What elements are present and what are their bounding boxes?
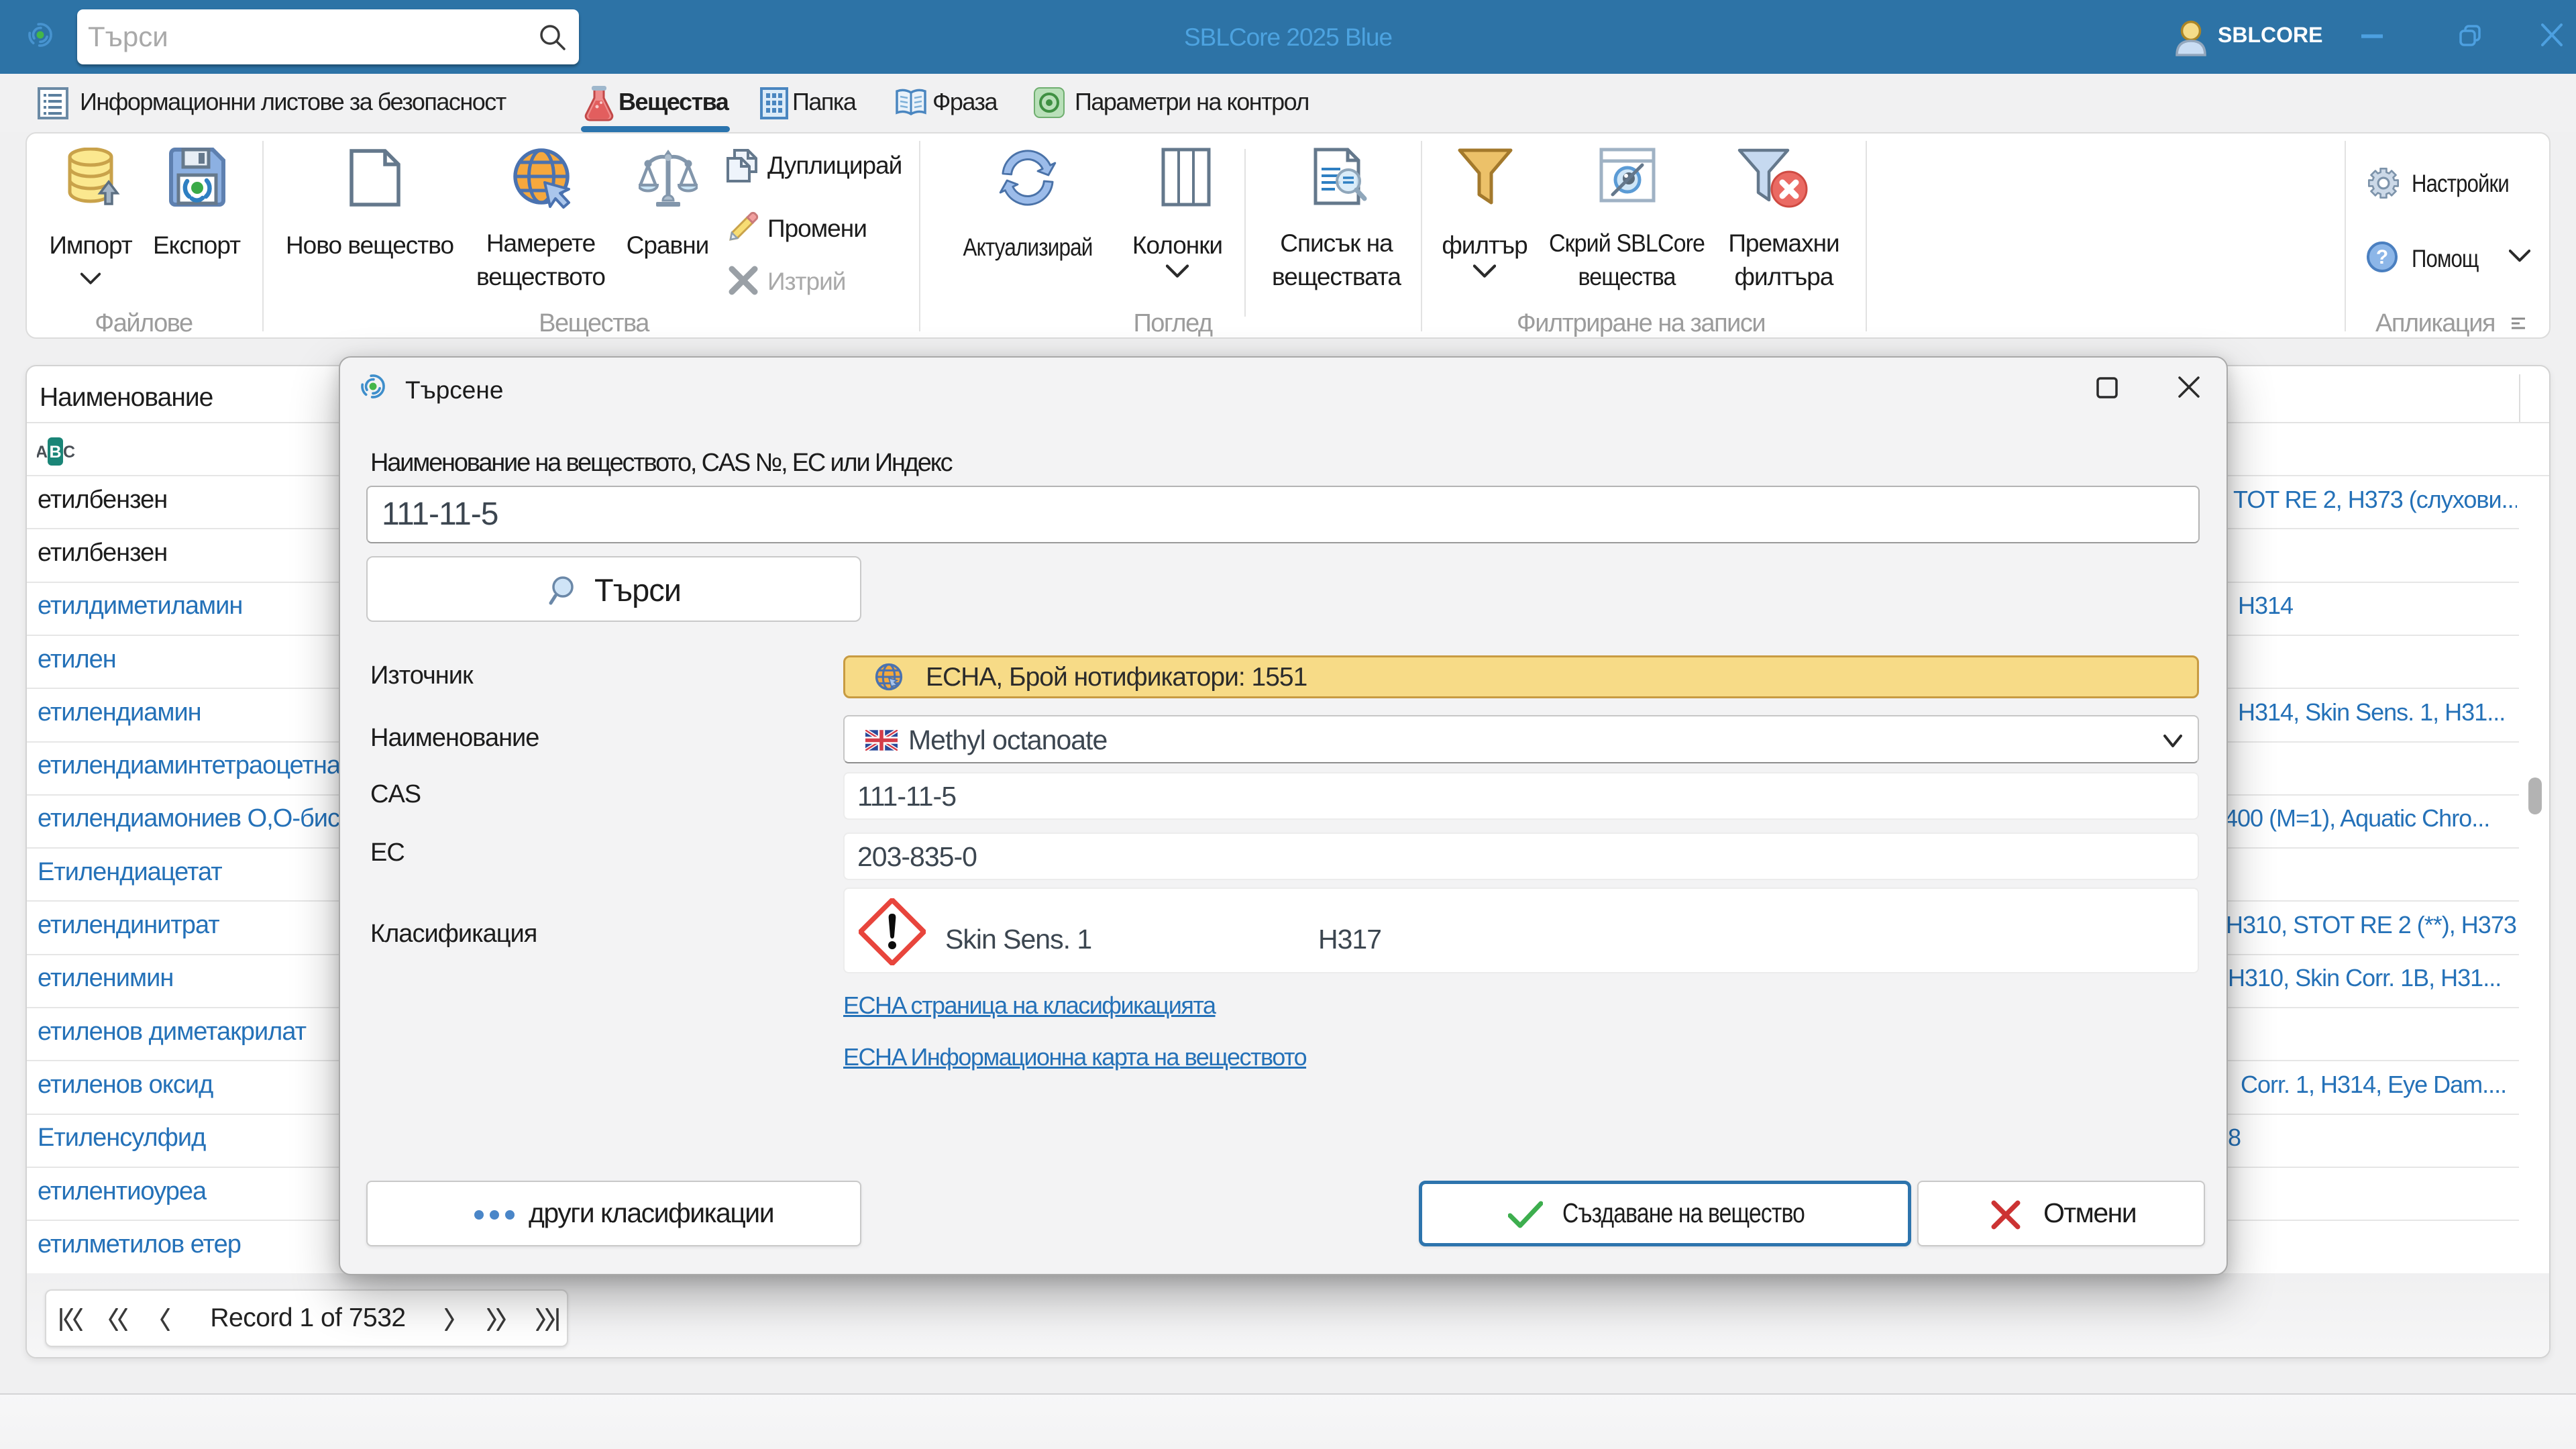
svg-text:C: C <box>63 443 75 462</box>
svg-text:?: ? <box>2376 246 2388 268</box>
svg-text:A: A <box>37 443 48 462</box>
svg-text:B: B <box>49 443 61 462</box>
